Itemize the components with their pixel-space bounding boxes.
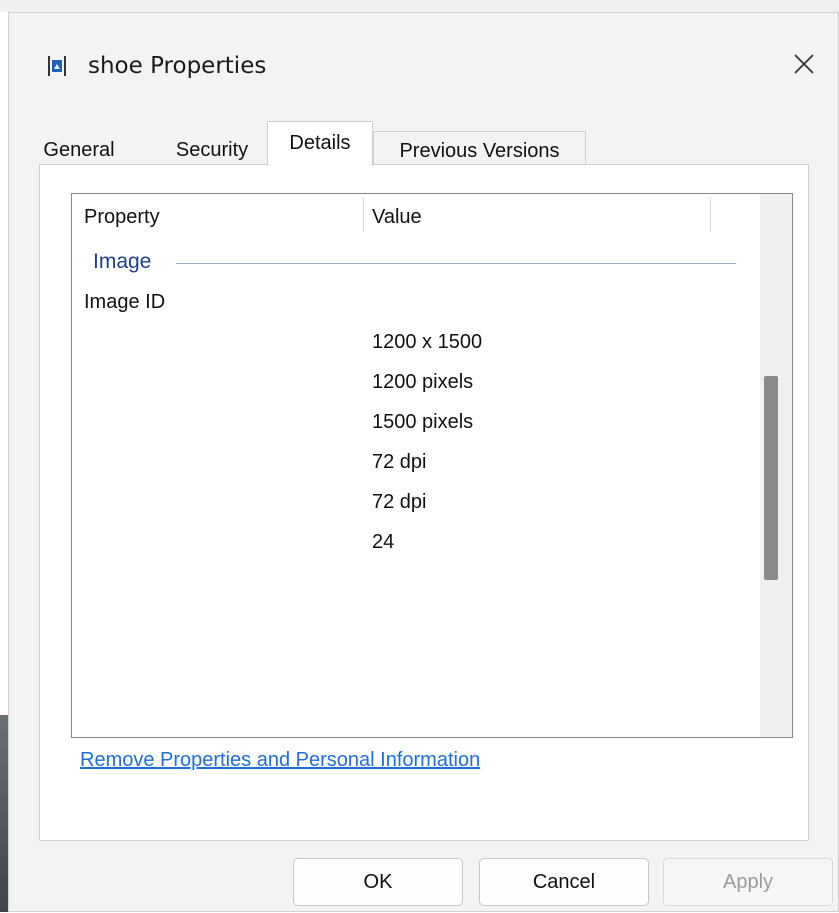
ok-button[interactable]: OK: [293, 858, 463, 906]
remove-properties-link[interactable]: Remove Properties and Personal Informati…: [80, 749, 480, 772]
list-item[interactable]: 24: [72, 531, 762, 571]
close-icon: [794, 54, 814, 74]
list-item[interactable]: 72 dpi: [72, 491, 762, 531]
property-value: 72 dpi: [372, 451, 427, 473]
list-item[interactable]: 1200 pixels: [72, 371, 762, 411]
tab-label: Previous Versions: [399, 140, 560, 162]
column-divider[interactable]: [710, 198, 711, 232]
tab-general[interactable]: General: [31, 131, 127, 165]
column-divider[interactable]: [363, 198, 364, 232]
tab-security[interactable]: Security: [162, 131, 262, 165]
tab-label: General: [43, 139, 115, 161]
desktop-background: [0, 0, 839, 12]
close-button[interactable]: [779, 43, 829, 87]
list-item[interactable]: 1200 x 1500: [72, 331, 762, 371]
properties-dialog: shoe Properties General Security Details…: [8, 12, 839, 912]
group-heading: Image: [93, 250, 152, 273]
list-item[interactable]: 1500 pixels: [72, 411, 762, 451]
property-name: Image ID: [84, 291, 166, 313]
tab-previous-versions[interactable]: Previous Versions: [373, 131, 586, 165]
title-bar: shoe Properties: [9, 13, 838, 103]
property-value: 24: [372, 531, 395, 553]
tab-strip: General Security Details Previous Versio…: [9, 121, 838, 166]
image-file-icon: [47, 55, 67, 77]
property-value: 1500 pixels: [372, 411, 474, 433]
property-value: 1200 pixels: [372, 371, 474, 393]
details-panel: Property Value Image Image ID 1200 x 150…: [39, 164, 809, 841]
button-bar: OK Cancel Apply: [9, 858, 838, 913]
value-column-header[interactable]: Value: [372, 194, 422, 242]
tab-details[interactable]: Details: [267, 121, 373, 166]
window-title: shoe Properties: [88, 53, 267, 79]
cancel-button[interactable]: Cancel: [479, 858, 649, 906]
property-value: 72 dpi: [372, 491, 427, 513]
property-column-header[interactable]: Property: [84, 194, 160, 242]
tab-label: Details: [289, 132, 351, 154]
scrollbar-thumb[interactable]: [764, 376, 778, 580]
property-list: Property Value Image Image ID 1200 x 150…: [71, 193, 793, 738]
list-item[interactable]: 72 dpi: [72, 451, 762, 491]
property-value: 1200 x 1500: [372, 331, 483, 353]
list-item[interactable]: Image ID: [72, 291, 762, 331]
tab-label: Security: [175, 139, 249, 161]
apply-button[interactable]: Apply: [663, 858, 833, 906]
group-divider: [176, 263, 736, 264]
